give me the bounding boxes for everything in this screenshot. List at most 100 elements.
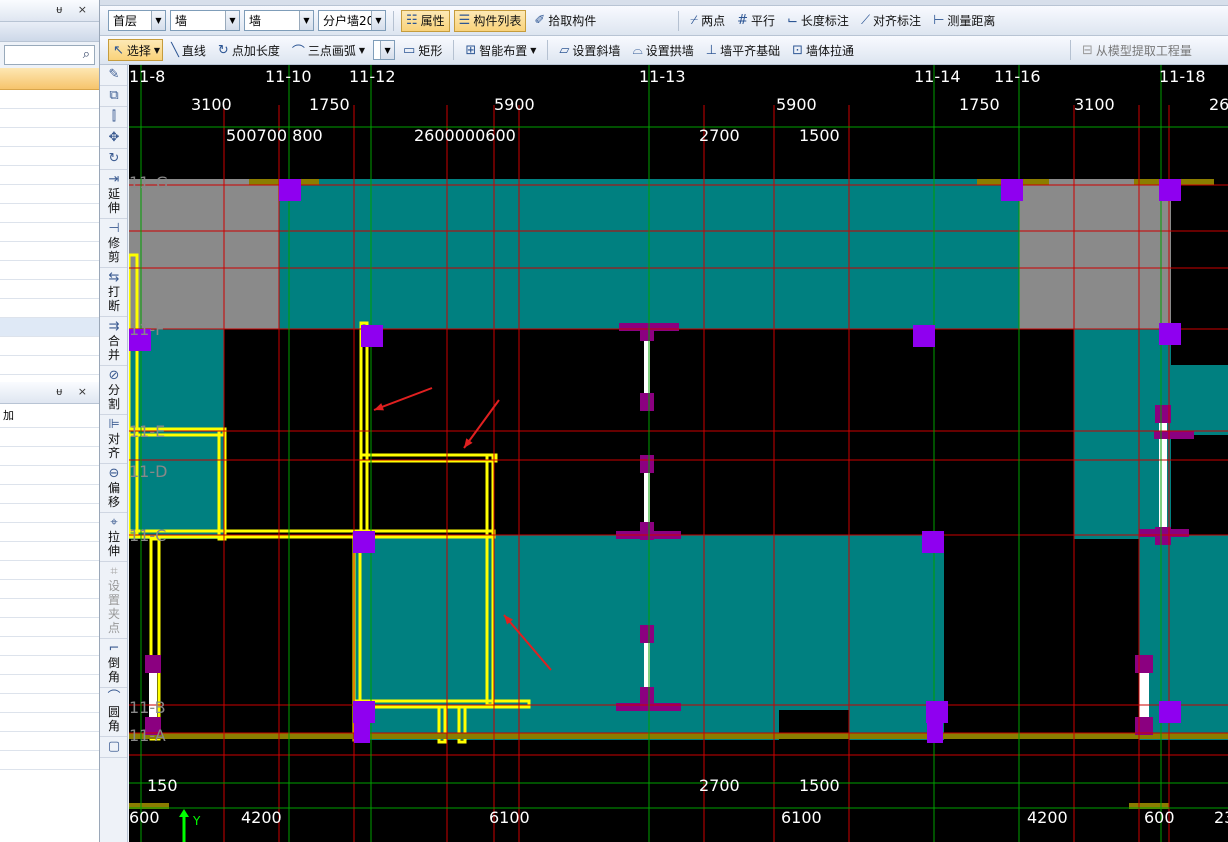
select-button[interactable]: ↖ 选择 ▼ [108,39,164,61]
parallel-button[interactable]: # 平行 [733,10,779,32]
wall-footing-button[interactable]: ⊥ 墙平齐基础 [702,39,784,61]
three-point-arc-button[interactable]: ⌒ 三点画弧 ▼ [288,39,369,61]
list-item[interactable] [0,90,99,109]
line-button[interactable]: ╲ 直线 [167,39,210,61]
length-dimension-button[interactable]: ⌙ 长度标注 [783,10,853,32]
property-row[interactable] [0,694,99,713]
list-item[interactable] [0,318,99,337]
point-length-button[interactable]: ↻ 点加长度 [214,39,284,61]
tool-stretch[interactable]: ⌖ 拉伸 [100,513,127,562]
arch-wall-icon: ⌓ [632,42,643,58]
wall-extend-button[interactable]: ⊡ 墙体拉通 [788,39,858,61]
property-row[interactable] [0,466,99,485]
mirror-tool[interactable]: ⫿ [100,107,127,128]
list-item[interactable] [0,337,99,356]
list-item[interactable] [0,185,99,204]
dimension-label: 4200 [1027,808,1068,827]
property-row[interactable] [0,637,99,656]
align-dimension-button[interactable]: ⟋ 对齐标注 [857,10,925,32]
chevron-down-icon[interactable]: ▼ [225,11,239,30]
slope-wall-button[interactable]: ▱ 设置斜墙 [555,39,624,61]
chevron-down-icon[interactable]: ▼ [299,11,313,30]
list-item[interactable] [0,204,99,223]
component-select[interactable]: 分户墙20 ▼ [318,10,386,31]
dimension-label: 1750 [309,95,350,114]
component-list-button[interactable]: ☰ 构件列表 [453,9,527,32]
chevron-down-icon[interactable]: ▼ [359,46,365,55]
chevron-down-icon[interactable]: ▼ [151,11,165,30]
tool-trim[interactable]: ⊣ 修剪 [100,219,127,268]
move-tool[interactable]: ✥ [100,128,127,149]
property-row[interactable] [0,656,99,675]
two-point-button[interactable]: ⌿ 两点 [686,10,729,32]
list-item[interactable] [0,280,99,299]
tool-merge[interactable]: ⇉ 合并 [100,317,127,366]
list-item[interactable] [0,356,99,375]
tool-split[interactable]: ⊘ 分割 [100,366,127,415]
column [361,325,383,347]
copy-tool[interactable]: ⧉ [100,86,127,107]
measure-icon: ⊢ [933,13,945,28]
list-item[interactable] [0,299,99,318]
rectangle-button[interactable]: ▭ 矩形 [399,39,446,61]
measure-distance-button[interactable]: ⊢ 测量距离 [929,10,999,32]
property-row[interactable] [0,561,99,580]
list-item[interactable] [0,261,99,280]
more-tool[interactable]: ▢ [100,737,127,758]
list-item[interactable] [0,128,99,147]
drawing-canvas[interactable]: 11-8 11-10 11-12 11-13 11-14 11-16 11-18 11-G 11… [129,65,1228,842]
component-list-selected-row[interactable] [0,68,99,90]
tool-set-grip[interactable]: ⌗ 设置夹点 [100,562,127,639]
properties-button[interactable]: ☷ 属性 [401,9,450,32]
chevron-down-icon[interactable]: ▼ [154,46,160,55]
search-input[interactable]: ⌕ [4,45,95,65]
property-row[interactable] [0,751,99,770]
pencil-tool[interactable]: ✎ [100,65,127,86]
property-row[interactable] [0,618,99,637]
property-row[interactable] [0,675,99,694]
rotate-tool[interactable]: ↻ [100,149,127,170]
extract-quantity-button[interactable]: ⊟ 从模型提取工程量 [1078,39,1196,61]
panel-pin-close-buttons[interactable]: ᵾ × [56,3,93,16]
property-row[interactable] [0,428,99,447]
tool-extend[interactable]: ⇥ 延伸 [100,170,127,219]
category-select[interactable]: 墙 ▼ [170,10,240,31]
arc-options-select[interactable]: ▼ [373,40,396,60]
floor-select[interactable]: 首层 ▼ [108,10,166,31]
property-row[interactable] [0,713,99,732]
axis-label-left: 11-B [129,698,166,717]
tool-chamfer[interactable]: ⌐ 倒角 [100,639,127,688]
search-icon[interactable]: ⌕ [83,47,90,62]
tool-fillet[interactable]: ⌒ 圆角 [100,688,127,737]
column [913,325,935,347]
property-row[interactable] [0,580,99,599]
type-select[interactable]: 墙 ▼ [244,10,314,31]
property-row[interactable] [0,523,99,542]
line-label: 直线 [181,43,206,58]
chevron-down-icon[interactable]: ▼ [371,11,385,30]
chevron-down-icon[interactable]: ▼ [380,41,395,59]
point-length-label: 点加长度 [231,43,280,58]
tool-align[interactable]: ⊫ 对齐 [100,415,127,464]
property-row[interactable] [0,599,99,618]
list-item[interactable] [0,242,99,261]
arch-wall-button[interactable]: ⌓ 设置拱墙 [628,39,697,61]
partition-end [640,393,654,411]
floor-plan-drawing[interactable]: 11-8 11-10 11-12 11-13 11-14 11-16 11-18 11-G 11… [129,65,1228,842]
list-item[interactable] [0,109,99,128]
property-row[interactable] [0,485,99,504]
pick-component-button[interactable]: ✐ 拾取构件 [530,10,600,32]
property-row[interactable] [0,542,99,561]
tool-break[interactable]: ⇆ 打断 [100,268,127,317]
smart-layout-button[interactable]: ⊞ 智能布置 ▼ [461,39,540,61]
list-item[interactable] [0,223,99,242]
property-row[interactable] [0,732,99,751]
smart-layout-label: 智能布置 [479,43,528,58]
list-item[interactable] [0,166,99,185]
panel-pin-close-buttons[interactable]: ᵾ × [56,385,93,398]
list-item[interactable] [0,147,99,166]
property-row[interactable] [0,447,99,466]
tool-offset[interactable]: ⊖ 偏移 [100,464,127,513]
property-row[interactable] [0,504,99,523]
chevron-down-icon[interactable]: ▼ [530,46,536,55]
